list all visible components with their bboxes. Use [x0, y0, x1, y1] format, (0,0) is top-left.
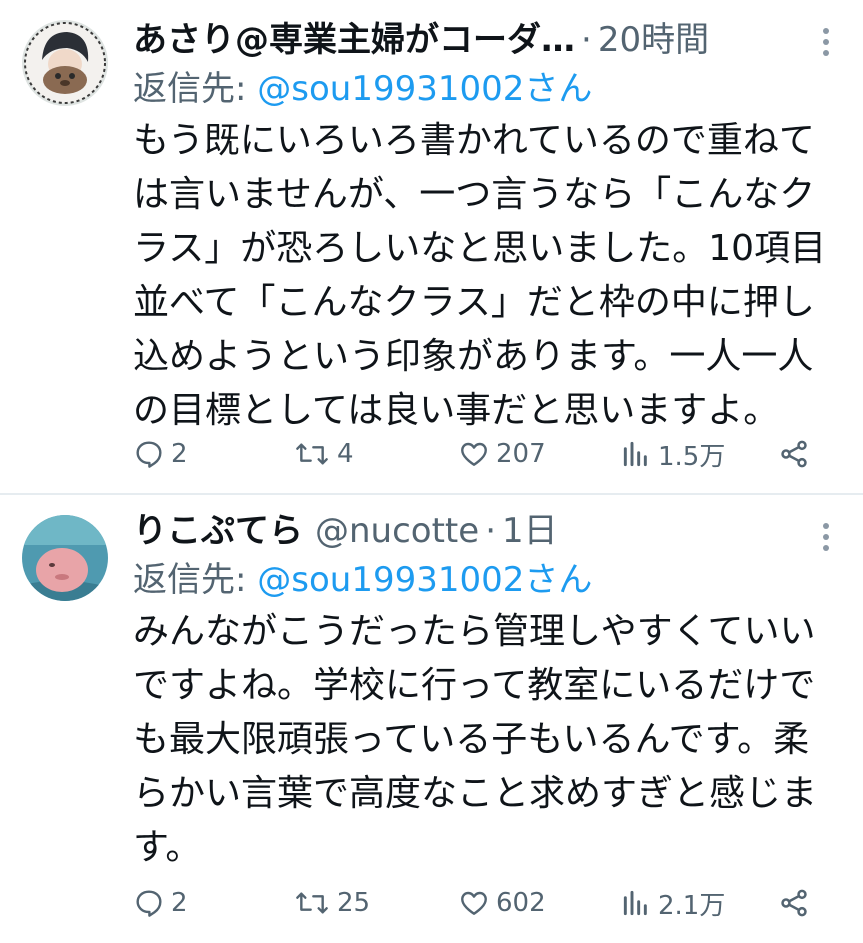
- tweet-text-line: も最大限頑張っている子もいるんです。柔: [133, 719, 810, 760]
- like-count: 602: [496, 888, 546, 918]
- views-count: 2.1万: [658, 890, 726, 921]
- retweet-button[interactable]: 25: [293, 883, 370, 923]
- reply-prefix: 返信先:: [133, 560, 258, 600]
- tweet-text-line: もう既にいろいろ書かれているので重ねて: [133, 120, 815, 161]
- retweet-icon: [296, 443, 328, 465]
- tweet-text-line: は言いませんが、一つ言うなら「こんなク: [133, 174, 816, 215]
- views-button[interactable]: 2.1万: [620, 883, 725, 923]
- views-count: 1.5万: [658, 441, 726, 472]
- reply-icon: [136, 441, 162, 468]
- display-name[interactable]: りこぷてら: [133, 507, 303, 555]
- share-button[interactable]: [778, 883, 816, 923]
- reply-context: 返信先: @sou19931002さん: [133, 555, 833, 605]
- retweet-button[interactable]: 4: [293, 434, 354, 474]
- action-bar: 2 4 207 1.5万: [133, 434, 813, 474]
- views-button[interactable]: 1.5万: [620, 434, 725, 474]
- reply-count: 2: [171, 888, 188, 918]
- reply-mention[interactable]: @sou19931002さん: [257, 560, 592, 600]
- views-icon: [623, 441, 647, 467]
- reply-context: 返信先: @sou19931002さん: [133, 64, 833, 114]
- reply-button[interactable]: 2: [133, 434, 188, 474]
- avatar[interactable]: [22, 20, 108, 106]
- separator-dot: ·: [581, 20, 592, 60]
- tweet[interactable]: あさり@専業主婦がコーダ… · 20時間 返信先: @sou19931002さん…: [0, 0, 863, 495]
- like-count: 207: [496, 439, 546, 469]
- tweet-text-line: 並べて「こんなクラス」だと枠の中に押し: [133, 282, 815, 323]
- retweet-count: 25: [337, 888, 371, 918]
- more-icon[interactable]: [823, 28, 831, 61]
- tweet[interactable]: りこぷてら @nucotte · 1日 返信先: @sou19931002さん …: [0, 495, 863, 941]
- timestamp[interactable]: 20時間: [598, 16, 709, 64]
- action-bar: 2 25 602 2.1万: [133, 883, 813, 923]
- like-icon: [461, 891, 487, 915]
- reply-mention[interactable]: @sou19931002さん: [257, 69, 592, 109]
- share-button[interactable]: [778, 434, 816, 474]
- tweet-text: もう既にいろいろ書かれているので重ねて は言いませんが、一つ言うなら「こんなク …: [133, 114, 833, 438]
- like-button[interactable]: 602: [458, 883, 546, 923]
- reply-icon: [136, 890, 162, 917]
- tweet-text-line: 込めようという印象があります。一人一人: [133, 336, 814, 377]
- tweet-text-line: ですよね。学校に行って教室にいるだけで: [133, 665, 816, 706]
- tweet-text: みんながこうだったら管理しやすくていい ですよね。学校に行って教室にいるだけで …: [133, 605, 833, 875]
- retweet-count: 4: [337, 439, 354, 469]
- display-name[interactable]: あさり@専業主婦がコーダ…: [133, 16, 575, 64]
- more-icon[interactable]: [823, 523, 831, 556]
- reply-button[interactable]: 2: [133, 883, 188, 923]
- share-icon: [781, 440, 807, 468]
- avatar[interactable]: [22, 515, 108, 601]
- separator-dot: ·: [485, 511, 496, 551]
- tweet-text-line: す。: [133, 827, 202, 868]
- tweet-text-line: らかい言葉で高度なこと求めすぎと感じま: [133, 773, 818, 814]
- tweet-text-line: ラス」が恐ろしいなと思いました。10項目: [133, 228, 827, 269]
- tweet-text-line: の目標としては良い事だと思いますよ。: [133, 390, 780, 431]
- like-icon: [461, 442, 487, 466]
- user-handle[interactable]: @nucotte: [315, 507, 479, 555]
- retweet-icon: [296, 892, 328, 914]
- tweet-text-line: みんながこうだったら管理しやすくていい: [133, 611, 816, 652]
- reply-count: 2: [171, 439, 188, 469]
- views-icon: [623, 890, 647, 916]
- timestamp[interactable]: 1日: [502, 507, 558, 555]
- share-icon: [781, 889, 807, 917]
- like-button[interactable]: 207: [458, 434, 546, 474]
- reply-prefix: 返信先:: [133, 69, 258, 109]
